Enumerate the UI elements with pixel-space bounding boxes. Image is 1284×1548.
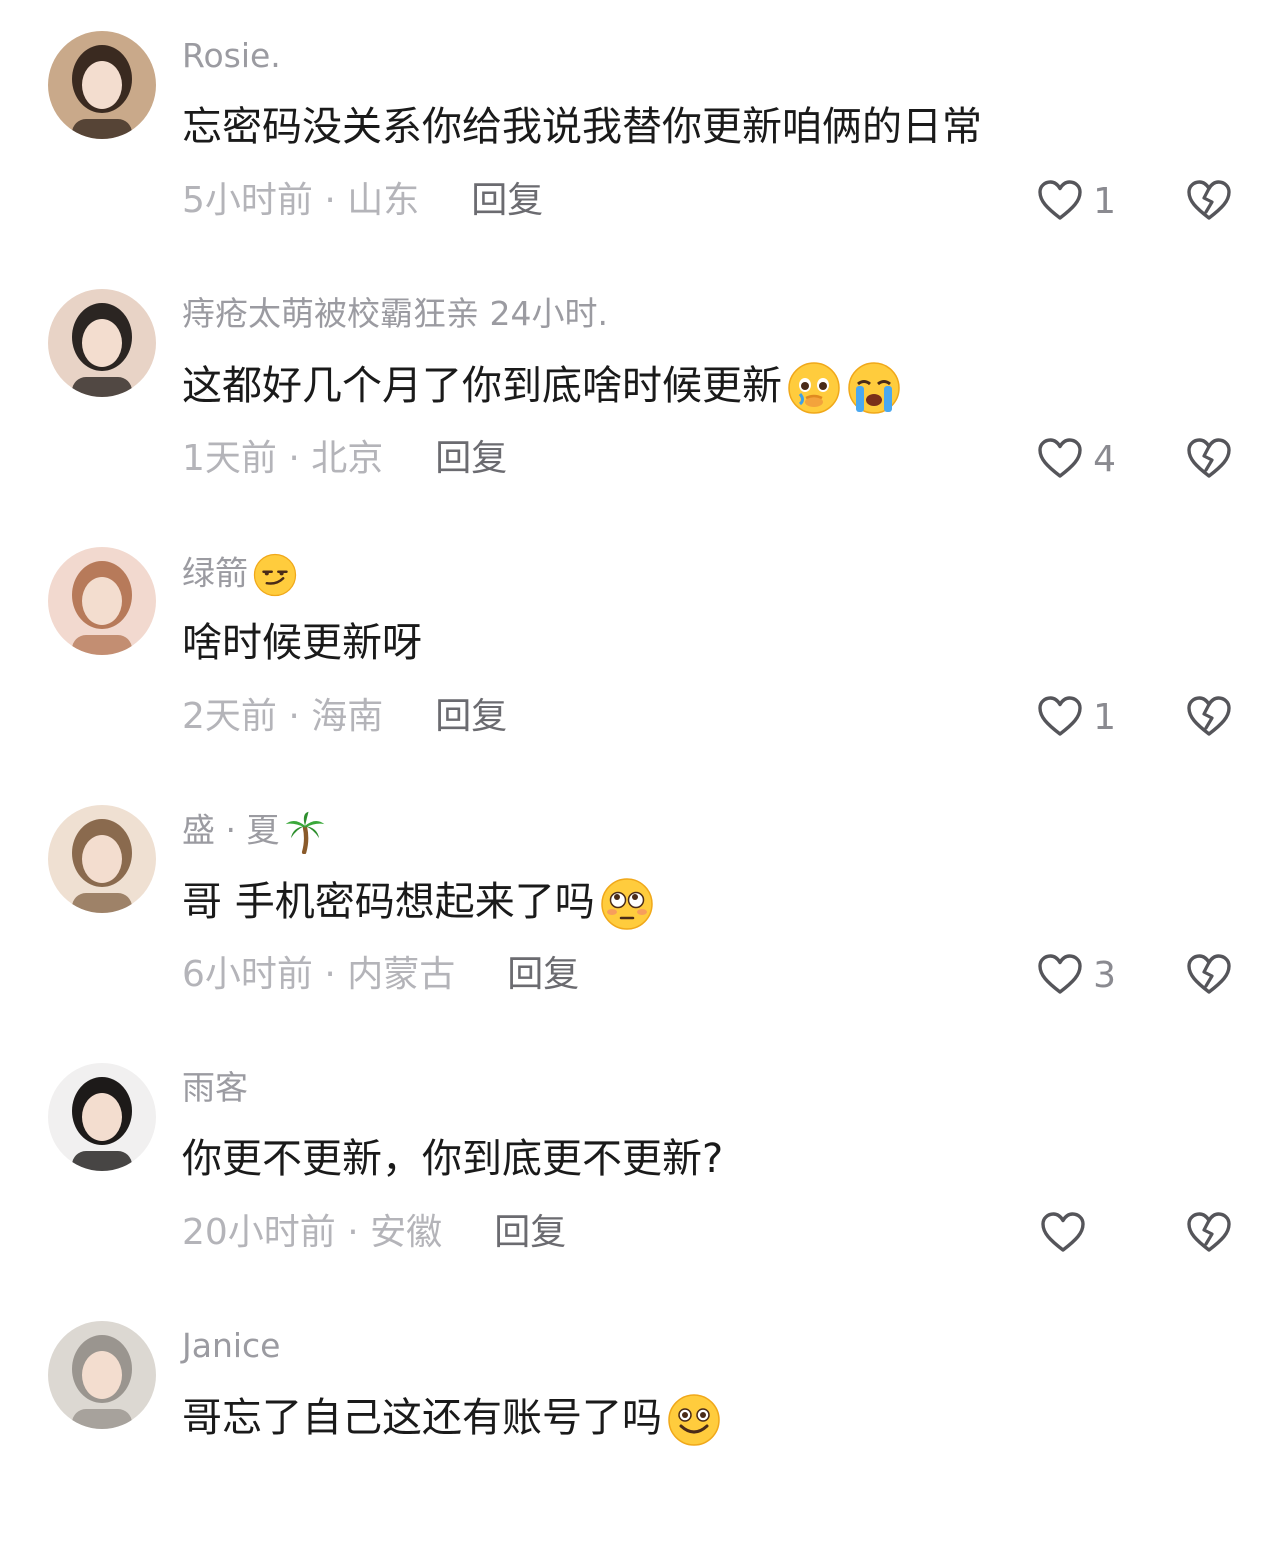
reply-button[interactable]: 回复 [435,438,507,479]
comment-username[interactable]: 雨客 [182,1068,248,1108]
reply-button[interactable]: 回复 [471,180,543,221]
heart-icon [1035,692,1085,742]
like-count: 4 [1093,438,1116,480]
avatar[interactable] [48,31,156,139]
reply-button[interactable]: 回复 [435,696,507,737]
comment-item: Rosie. 忘密码没关系你给我说我替你更新咱俩的日常 5小时前 · 山东 回复 1 [0,0,1284,258]
comment-meta: 20小时前 · 安徽 回复 [182,1210,566,1256]
meta-separator: · [288,696,300,737]
like-button[interactable] [1038,1208,1116,1258]
flushed-face-emoji [599,876,655,932]
reply-button[interactable]: 回复 [507,954,579,995]
meta-separator: · [288,438,300,479]
heart-icon [1035,950,1085,1000]
comment-meta: 2天前 · 海南 回复 [182,694,507,740]
bottom-fade [0,1450,1284,1474]
like-button[interactable]: 4 [1035,434,1116,484]
comment-content: 哥 手机密码想起来了吗 [182,876,655,932]
avatar[interactable] [48,547,156,655]
comment-item: Janice 哥忘了自己这还有账号了吗 [0,1290,1284,1548]
comment-content: 这都好几个月了你到底啥时候更新 [182,360,902,416]
comment-item: 雨客你更不更新，你到底更不更新? 20小时前 · 安徽 回复 [0,1032,1284,1290]
broken-heart-icon[interactable] [1184,692,1234,742]
comment-region: 山东 [347,180,420,221]
like-count: 1 [1093,180,1116,222]
comment-time: 5小时前 [182,180,313,221]
comment-time: 2天前 [182,696,277,737]
pleading-face-emoji [786,360,842,416]
comment-meta: 5小时前 · 山东 回复 [182,178,543,224]
comment-text: 这都好几个月了你到底啥时候更新 [182,363,782,409]
broken-heart-icon[interactable] [1184,434,1234,484]
heart-icon [1038,1208,1088,1258]
comment-text: 哥忘了自己这还有账号了吗 [182,1395,662,1441]
broken-heart-icon[interactable] [1184,950,1234,1000]
comment-text: 哥 手机密码想起来了吗 [182,879,595,925]
username-text: 雨客 [182,1068,248,1107]
comment-username[interactable]: Janice [182,1326,280,1366]
comment-content: 忘密码没关系你给我说我替你更新咱俩的日常 [182,102,982,152]
comment-content: 啥时候更新呀 [182,618,422,668]
comment-username[interactable]: 绿箭 [182,552,298,598]
heart-icon [1035,434,1085,484]
comment-item: 盛 · 夏哥 手机密码想起来了吗 6小时前 · 内蒙古 回复 3 [0,774,1284,1032]
broken-heart-icon[interactable] [1184,176,1234,226]
username-text: 痔疮太萌被校霸狂亲 24小时. [182,294,608,333]
avatar[interactable] [48,805,156,913]
comment-content: 你更不更新，你到底更不更新? [182,1134,723,1184]
comment-region: 海南 [311,696,384,737]
like-count: 1 [1093,696,1116,738]
meta-separator: · [324,954,336,995]
comment-username[interactable]: Rosie. [182,36,281,76]
meta-separator: · [347,1212,359,1253]
comment-text: 忘密码没关系你给我说我替你更新咱俩的日常 [182,104,982,150]
meta-separator: · [324,180,336,221]
comment-list: Rosie. 忘密码没关系你给我说我替你更新咱俩的日常 5小时前 · 山东 回复 1 痔疮… [0,0,1284,1548]
comment-time: 1天前 [182,438,277,479]
like-button[interactable]: 1 [1035,176,1116,226]
loudly-crying-face-emoji [846,360,902,416]
comment-username[interactable]: 痔疮太萌被校霸狂亲 24小时. [182,294,608,334]
username-text: Janice [182,1326,281,1365]
comment-item: 痔疮太萌被校霸狂亲 24小时. 这都好几个月了你到底啥时候更新 1天前 · 北京 回复… [0,258,1284,516]
like-button[interactable]: 1 [1035,692,1116,742]
avatar[interactable] [48,1321,156,1429]
like-count: 3 [1093,954,1116,996]
grinning-face-emoji [666,1392,722,1448]
like-button[interactable]: 3 [1035,950,1116,1000]
comment-time: 6小时前 [182,954,313,995]
comment-username[interactable]: 盛 · 夏 [182,810,327,854]
avatar[interactable] [48,1063,156,1171]
comment-region: 内蒙古 [347,954,456,995]
avatar[interactable] [48,289,156,397]
comment-region: 安徽 [370,1212,443,1253]
smirking-face-emoji [252,552,298,598]
heart-icon [1035,176,1085,226]
comment-meta: 1天前 · 北京 回复 [182,436,507,482]
comment-text: 啥时候更新呀 [182,620,422,666]
reply-button[interactable]: 回复 [494,1212,566,1253]
comment-content: 哥忘了自己这还有账号了吗 [182,1392,722,1448]
broken-heart-icon[interactable] [1184,1208,1234,1258]
comment-item: 绿箭啥时候更新呀 2天前 · 海南 回复 1 [0,516,1284,774]
username-text: 盛 · 夏 [182,810,280,850]
comment-region: 北京 [311,438,384,479]
comment-time: 20小时前 [182,1212,336,1253]
comment-text: 你更不更新，你到底更不更新? [182,1136,724,1182]
username-text: Rosie. [182,36,281,75]
palm-tree-emoji [283,810,327,854]
comment-meta: 6小时前 · 内蒙古 回复 [182,952,579,998]
username-text: 绿箭 [182,553,248,593]
